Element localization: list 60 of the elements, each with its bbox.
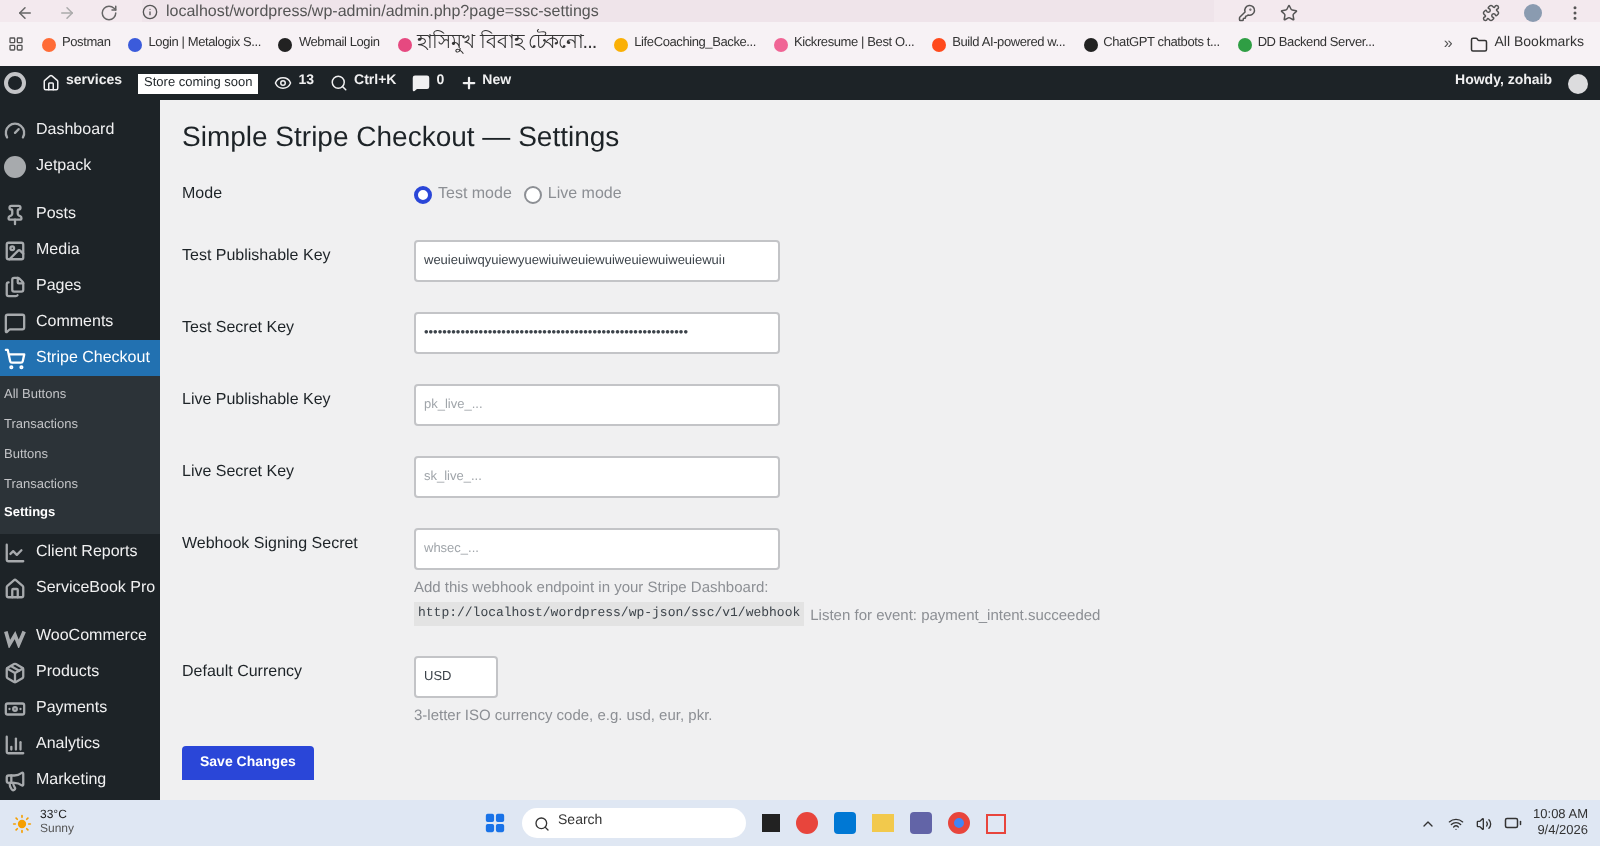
sidebar-item[interactable]: ServiceBook Pro [0,570,160,607]
media-icon [4,239,26,261]
more-bookmarks[interactable]: » [1443,32,1453,56]
volume-icon[interactable] [1475,815,1492,831]
address-bar[interactable]: localhost/wordpress/wp-admin/admin.php?page=ssc-settings [142,0,1214,22]
home-icon [4,577,26,600]
sidebar-item[interactable]: Media [0,232,160,268]
key-icon[interactable] [1238,4,1256,22]
field-label: Webhook Signing Secret [182,532,360,556]
chart-icon [4,541,26,564]
sidebar-item[interactable]: Jetpack [0,148,160,184]
gauge-icon [4,119,26,141]
comment-icon [4,311,26,333]
sidebar-item[interactable]: Payments [0,690,160,727]
plus-icon[interactable] [460,74,479,92]
field-label: Test Secret Key [182,316,297,340]
home-icon[interactable] [42,74,60,92]
sidebar-item[interactable]: Dashboard [0,112,160,148]
comment-icon[interactable] [412,74,431,92]
page-title: Simple Stripe Checkout — Settings [182,118,622,154]
user-avatar[interactable] [1568,73,1588,93]
bookmark-link[interactable]: হাসিমুখ বিবাহ টেকনো... [397,34,597,54]
sidebar-item[interactable]: Products [0,654,160,691]
field-label: Test Publishable Key [182,244,333,268]
megaphone-icon [4,769,26,792]
search-icon[interactable] [330,74,349,92]
field-label: Default Currency [182,660,305,684]
info-icon [142,3,158,19]
sidebar-item[interactable]: Stripe Checkout [0,340,160,376]
woo-icon [4,625,26,648]
back-icon[interactable] [16,4,34,22]
sidebar-item[interactable]: WooCommerce [0,618,160,655]
eye-icon[interactable] [274,74,293,92]
pages-icon [4,275,26,297]
reload-icon[interactable] [100,4,118,22]
sidebar-item[interactable]: Marketing [0,762,160,799]
sidebar-item[interactable]: Pages [0,268,160,304]
start-icon[interactable] [484,812,507,834]
search-icon [534,815,551,831]
apps-icon[interactable] [8,36,24,52]
box-icon [4,661,26,684]
field-label: Mode [182,182,225,206]
folder-icon [1470,35,1489,53]
pin-icon [4,203,26,225]
cart-icon [4,347,26,369]
weather-icon [12,813,32,833]
wifi-icon[interactable] [1447,815,1464,831]
sidebar-item[interactable]: Posts [0,196,160,232]
app-icon[interactable] [762,814,781,832]
sidebar-item[interactable]: Client Reports [0,534,160,571]
sidebar-item[interactable]: Analytics [0,726,160,763]
sidebar-item[interactable]: Comments [0,304,160,340]
money-icon [4,697,26,720]
field-label: Live Secret Key [182,460,297,484]
browser-app-icon[interactable] [948,812,971,834]
puzzle-icon[interactable] [1482,4,1500,22]
star-icon[interactable] [1280,4,1298,22]
battery-icon[interactable] [1503,814,1522,832]
bars-icon [4,733,26,756]
field-label: Live Publishable Key [182,388,333,412]
